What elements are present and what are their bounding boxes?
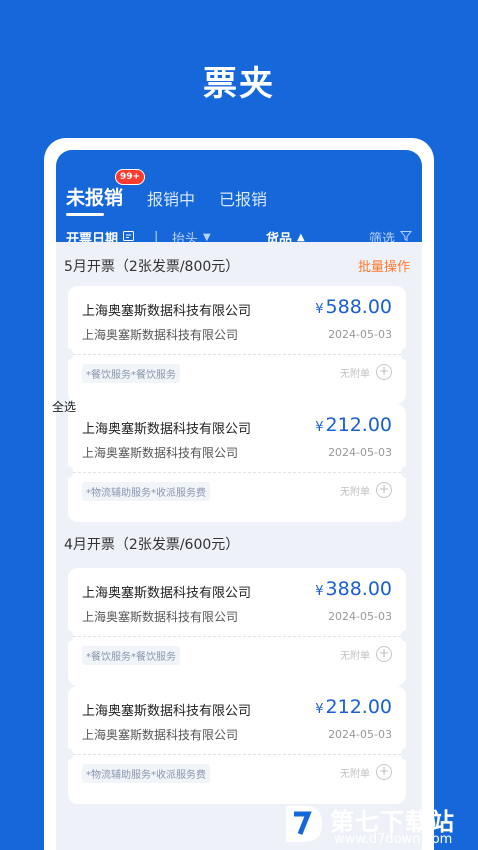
card-notch [401,348,411,360]
card-notch [401,630,411,642]
attach-button[interactable]: 无附单 + [340,482,392,498]
select-all-button[interactable]: 全选 [52,398,76,415]
d7-logo-icon [286,806,322,842]
invoice-amount: ¥212.00 [315,696,392,718]
card-notch [401,748,411,760]
card-notch [63,630,73,642]
attach-label: 无附单 [340,486,370,498]
seller-name: 上海奥塞斯数据科技有限公司 [82,304,252,319]
plus-icon: + [376,764,392,780]
attach-label: 无附单 [340,368,370,380]
seller-name: 上海奥塞斯数据科技有限公司 [82,422,252,437]
invoice-card[interactable]: 上海奥塞斯数据科技有限公司 ¥588.00 上海奥塞斯数据科技有限公司 2024… [63,286,411,404]
card-divider [68,754,406,755]
card-notch [63,748,73,760]
section-header-april: 4月开票（2张发票/600元） [56,534,422,554]
tab-reimbursed[interactable]: 已报销 [219,186,267,210]
goods-tags: *物流辅助服务*收派服务费 [82,764,210,783]
invoice-amount: ¥388.00 [315,578,392,600]
card-divider [68,472,406,473]
attach-label: 无附单 [340,768,370,780]
buyer-name: 上海奥塞斯数据科技有限公司 [82,446,239,460]
goods-tags: *餐饮服务*餐饮服务 [82,646,180,665]
tab-label: 未报销 [66,187,124,209]
plus-icon: + [376,364,392,380]
watermark-url: www.d7down.com [334,832,453,847]
tab-in-progress[interactable]: 报销中 [147,186,195,210]
plus-icon: + [376,482,392,498]
invoice-amount: ¥212.00 [315,414,392,436]
count-badge: 99+ [114,169,146,185]
tab-unreimbursed[interactable]: 未报销 99+ [66,169,146,216]
invoice-date: 2024-05-03 [328,328,392,341]
tab-bar: 未报销 99+ 报销中 已报销 [66,169,291,216]
seller-name: 上海奥塞斯数据科技有限公司 [82,704,252,719]
attach-button[interactable]: 无附单 + [340,364,392,380]
caret-down-icon: ▼ [203,231,211,243]
buyer-name: 上海奥塞斯数据科技有限公司 [82,728,239,742]
card-divider [68,636,406,637]
attach-button[interactable]: 无附单 + [340,646,392,662]
plus-icon: + [376,646,392,662]
invoice-card[interactable]: 上海奥塞斯数据科技有限公司 ¥212.00 上海奥塞斯数据科技有限公司 2024… [63,404,411,522]
card-divider [68,354,406,355]
phone-frame: 未报销 99+ 报销中 已报销 开票日期 | 抬头 ▼ 货品 ▲ 筛选 5月开票… [44,138,434,850]
buyer-name: 上海奥塞斯数据科技有限公司 [82,610,239,624]
card-notch [63,466,73,478]
attach-label: 无附单 [340,650,370,662]
invoice-date: 2024-05-03 [328,446,392,459]
invoice-card[interactable]: 上海奥塞斯数据科技有限公司 ¥212.00 上海奥塞斯数据科技有限公司 2024… [63,686,411,804]
invoice-date: 2024-05-03 [328,610,392,623]
invoice-date: 2024-05-03 [328,728,392,741]
section-header-may: 5月开票（2张发票/800元） 批量操作 [56,256,422,276]
card-notch [63,348,73,360]
goods-tags: *物流辅助服务*收派服务费 [82,482,210,501]
seller-name: 上海奥塞斯数据科技有限公司 [82,586,252,601]
invoice-amount: ¥588.00 [315,296,392,318]
goods-tags: *餐饮服务*餐饮服务 [82,364,180,383]
card-notch [401,466,411,478]
invoice-list: 5月开票（2张发票/800元） 批量操作 上海奥塞斯数据科技有限公司 ¥588.… [56,242,422,850]
caret-up-icon: ▲ [297,231,305,243]
section-label: 5月开票（2张发票/800元） [64,259,240,275]
batch-operation-button[interactable]: 批量操作 [358,256,410,275]
buyer-name: 上海奥塞斯数据科技有限公司 [82,328,239,342]
invoice-card[interactable]: 上海奥塞斯数据科技有限公司 ¥388.00 上海奥塞斯数据科技有限公司 2024… [63,568,411,686]
page-title: 票夹 [203,64,275,104]
attach-button[interactable]: 无附单 + [340,764,392,780]
section-label: 4月开票（2张发票/600元） [64,537,240,553]
watermark-logo: 第七下载站 www.d7down.com [282,800,478,850]
